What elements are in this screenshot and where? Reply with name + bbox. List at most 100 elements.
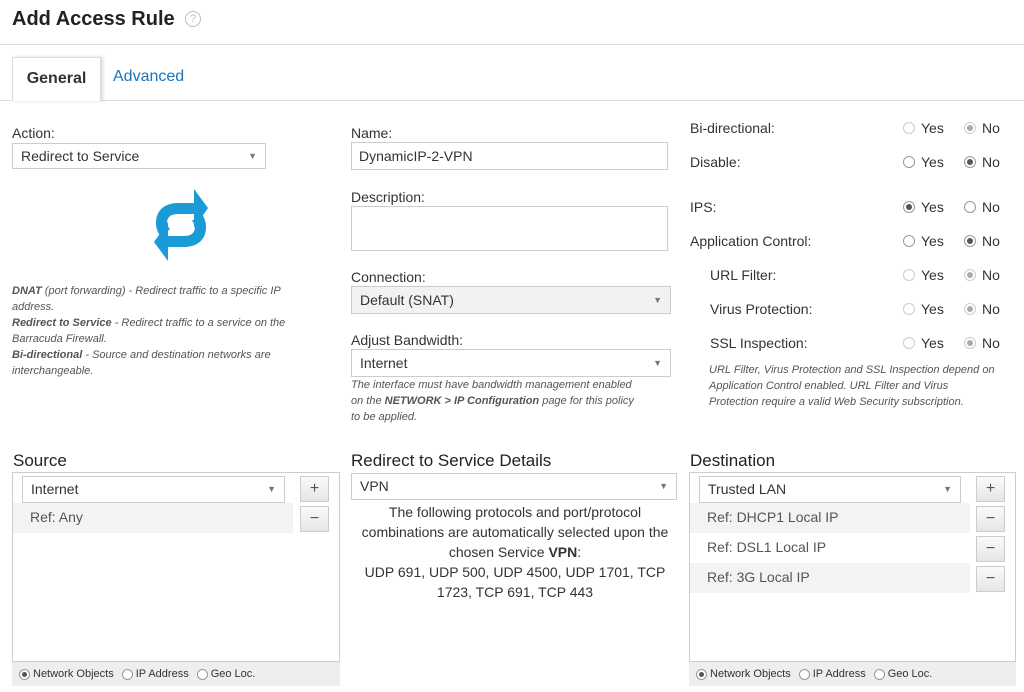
- destination-remove-button[interactable]: −: [976, 536, 1005, 562]
- destination-select-value: Trusted LAN: [708, 481, 787, 497]
- radio-icon: [121, 668, 133, 680]
- destination-remove-button[interactable]: −: [976, 566, 1005, 592]
- source-remove-button[interactable]: −: [300, 506, 329, 532]
- option-yes-radio[interactable]: Yes: [903, 199, 944, 215]
- option-value-label: Yes: [921, 301, 944, 317]
- action-select[interactable]: Redirect to Service ▼: [12, 143, 266, 169]
- footer-option-label: Geo Loc.: [210, 668, 256, 680]
- destination-ref-item: Ref: DHCP1 Local IP: [690, 503, 970, 533]
- option-no-radio[interactable]: No: [964, 199, 1000, 215]
- option-row: Bi-directional: Yes No: [690, 120, 1010, 138]
- option-yes-radio[interactable]: Yes: [903, 267, 944, 283]
- radio-icon: [903, 337, 915, 349]
- radio-icon: [903, 122, 915, 134]
- redirect-ports: UDP 691, UDP 500, UDP 4500, UDP 1701, TC…: [364, 564, 666, 600]
- option-value-label: Yes: [921, 267, 944, 283]
- footer-option-radio[interactable]: Network Objects: [696, 668, 791, 680]
- option-row: URL Filter: Yes No: [690, 267, 1010, 285]
- option-label: URL Filter:: [710, 267, 777, 283]
- options-group: Bi-directional: Yes No Disable: Yes No IPS: Yes…: [690, 120, 1010, 410]
- source-add-button[interactable]: +: [300, 476, 329, 502]
- chevron-down-icon: ▼: [943, 484, 952, 494]
- radio-icon: [964, 122, 976, 134]
- radio-icon: [903, 235, 915, 247]
- footer-option-radio[interactable]: IP Address: [121, 668, 189, 680]
- footer-option-radio[interactable]: IP Address: [798, 668, 866, 680]
- radio-icon: [964, 201, 976, 213]
- footer-option-label: Geo Loc.: [887, 668, 933, 680]
- options-note: URL Filter, Virus Protection and SSL Ins…: [709, 364, 995, 408]
- option-label: Application Control:: [690, 233, 812, 249]
- footer-option-radio[interactable]: Network Objects: [19, 668, 114, 680]
- option-value-label: Yes: [921, 154, 944, 170]
- help-icon[interactable]: ?: [185, 11, 201, 27]
- description-label: Description:: [351, 189, 425, 205]
- option-no-radio[interactable]: No: [964, 154, 1000, 170]
- destination-ref-item: Ref: 3G Local IP: [690, 563, 970, 593]
- radio-icon: [964, 156, 976, 168]
- option-yes-radio[interactable]: Yes: [903, 120, 944, 136]
- footer-option-label: IP Address: [812, 668, 866, 680]
- option-label: Disable:: [690, 154, 741, 170]
- tab-general[interactable]: General: [12, 57, 101, 101]
- help-dnat: DNAT (port forwarding) - Redirect traffi…: [12, 285, 281, 313]
- chevron-down-icon: ▼: [653, 358, 662, 368]
- option-yes-radio[interactable]: Yes: [903, 335, 944, 351]
- header-divider: [0, 44, 1024, 45]
- chevron-down-icon: ▼: [267, 484, 276, 494]
- radio-icon: [798, 668, 810, 680]
- destination-add-button[interactable]: +: [976, 476, 1005, 502]
- option-no-radio[interactable]: No: [964, 233, 1000, 249]
- option-no-radio[interactable]: No: [964, 301, 1000, 317]
- help-redirect: Redirect to Service - Redirect traffic t…: [12, 317, 286, 345]
- radio-icon: [903, 156, 915, 168]
- destination-remove-button[interactable]: −: [976, 506, 1005, 532]
- option-label: SSL Inspection:: [710, 335, 808, 351]
- connection-select[interactable]: Default (SNAT) ▼: [351, 286, 671, 314]
- source-select[interactable]: Internet ▼: [22, 476, 285, 503]
- option-yes-radio[interactable]: Yes: [903, 233, 944, 249]
- option-value-label: No: [982, 301, 1000, 317]
- action-select-value: Redirect to Service: [21, 148, 140, 164]
- redirect-service-select[interactable]: VPN ▼: [351, 473, 677, 500]
- option-yes-radio[interactable]: Yes: [903, 301, 944, 317]
- option-value-label: Yes: [921, 199, 944, 215]
- footer-option-radio[interactable]: Geo Loc.: [196, 668, 256, 680]
- chevron-down-icon: ▼: [248, 151, 257, 161]
- redirect-service-value: VPN: [360, 478, 389, 494]
- name-label: Name:: [351, 125, 393, 141]
- name-input[interactable]: DynamicIP-2-VPN: [351, 142, 668, 170]
- option-value-label: No: [982, 199, 1000, 215]
- description-textarea[interactable]: [351, 206, 668, 251]
- destination-select[interactable]: Trusted LAN ▼: [699, 476, 961, 503]
- action-help: DNAT (port forwarding) - Redirect traffi…: [12, 283, 297, 379]
- source-heading: Source: [13, 451, 67, 470]
- option-yes-radio[interactable]: Yes: [903, 154, 944, 170]
- radio-icon: [19, 668, 30, 680]
- radio-icon: [903, 303, 915, 315]
- footer-option-label: IP Address: [135, 668, 189, 680]
- bandwidth-select[interactable]: Internet ▼: [351, 349, 671, 377]
- footer-option-label: Network Objects: [710, 668, 791, 680]
- source-ref-item: Ref: Any: [13, 503, 293, 533]
- radio-icon: [964, 303, 976, 315]
- footer-option-radio[interactable]: Geo Loc.: [873, 668, 933, 680]
- option-no-radio[interactable]: No: [964, 267, 1000, 283]
- action-label: Action:: [12, 125, 55, 141]
- option-row: Virus Protection: Yes No: [690, 301, 1010, 319]
- page-title: Add Access Rule: [12, 8, 175, 30]
- option-value-label: Yes: [921, 233, 944, 249]
- footer-option-label: Network Objects: [33, 668, 114, 680]
- redirect-arrows-icon: [154, 189, 208, 261]
- option-label: Virus Protection:: [710, 301, 813, 317]
- radio-icon: [964, 235, 976, 247]
- option-value-label: No: [982, 120, 1000, 136]
- redirect-details-text: The following protocols and port/protoco…: [361, 504, 669, 600]
- radio-icon: [873, 668, 885, 680]
- tab-advanced[interactable]: Advanced: [113, 68, 184, 86]
- option-label: Bi-directional:: [690, 120, 775, 136]
- option-no-radio[interactable]: No: [964, 335, 1000, 351]
- chevron-down-icon: ▼: [659, 481, 668, 491]
- option-value-label: Yes: [921, 120, 944, 136]
- option-no-radio[interactable]: No: [964, 120, 1000, 136]
